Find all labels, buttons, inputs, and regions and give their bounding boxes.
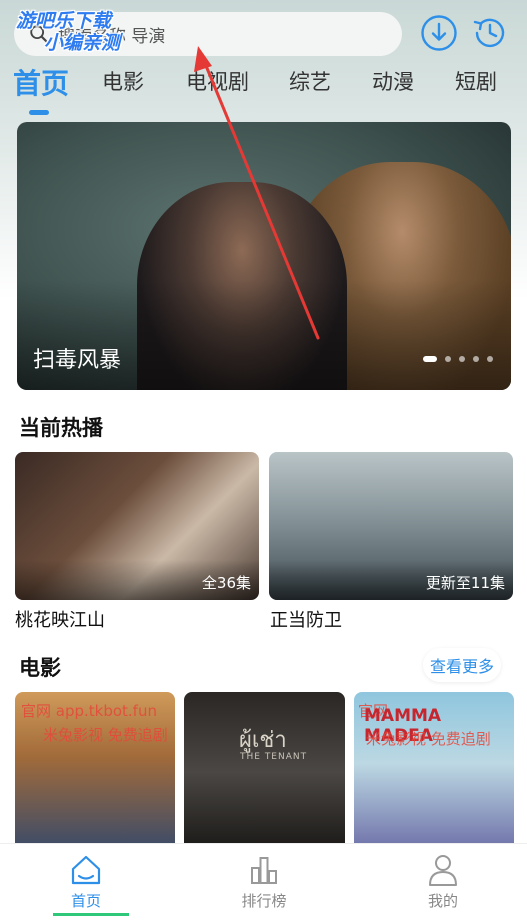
hot-card-2[interactable]: 更新至11集 (269, 452, 513, 600)
category-tabs: 首页 电影 电视剧 综艺 动漫 短剧 (0, 66, 527, 116)
section-title-hot: 当前热播 (19, 416, 103, 440)
tab-variety[interactable]: 综艺 (289, 66, 331, 96)
home-icon (71, 855, 101, 885)
carousel-dot[interactable] (473, 356, 479, 362)
view-more-button[interactable]: 查看更多 (423, 648, 501, 682)
episode-badge: 全36集 (201, 574, 251, 592)
tab-anime[interactable]: 动漫 (372, 66, 414, 96)
user-icon (429, 855, 457, 886)
poster-subtitle: THE TENANT (240, 752, 308, 762)
movie-poster-1[interactable]: 官网 app.tkbot.fun 米兔影视 免费追剧 (15, 692, 175, 852)
nav-label: 首页 (70, 892, 101, 910)
section-title-movies: 电影 (19, 656, 61, 680)
watermark-line1: 游吧乐下载 (16, 10, 112, 32)
watermark: 游吧乐下载 小编亲测 (16, 10, 186, 54)
poster-watermark: 米兔影视 免费追剧 (43, 726, 168, 744)
carousel-dot[interactable] (487, 356, 493, 362)
tab-movies[interactable]: 电影 (102, 66, 144, 96)
poster-watermark: 米兔影视 免费追剧 (366, 730, 491, 748)
active-nav-indicator (53, 913, 129, 916)
hot-card-1-title[interactable]: 桃花映江山 (15, 606, 105, 632)
bottom-navigation: 首页 排行榜 我的 (0, 843, 527, 924)
nav-label: 我的 (427, 892, 458, 910)
movie-poster-2[interactable]: ผู้เช่า THE TENANT (184, 692, 345, 852)
carousel-dot[interactable] (423, 356, 437, 362)
ranking-icon (251, 857, 277, 884)
banner-title: 扫毒风暴 (33, 348, 122, 373)
banner-carousel[interactable]: 扫毒风暴 (17, 122, 511, 390)
hot-card-2-title[interactable]: 正当防卫 (270, 606, 342, 632)
history-icon[interactable] (471, 14, 509, 52)
carousel-dot[interactable] (459, 356, 465, 362)
download-icon[interactable] (420, 14, 458, 52)
tab-short-drama[interactable]: 短剧 (455, 66, 497, 96)
nav-ranking[interactable]: 排行榜 (224, 852, 304, 911)
poster-watermark: 官网 app.tkbot.fun (21, 702, 157, 720)
nav-label: 排行榜 (241, 892, 287, 910)
tab-home[interactable]: 首页 (13, 62, 69, 102)
carousel-dot[interactable] (445, 356, 451, 362)
nav-profile[interactable]: 我的 (403, 852, 483, 911)
nav-home[interactable]: 首页 (46, 852, 126, 911)
watermark-line2: 小编亲测 (44, 32, 121, 54)
hot-card-1[interactable]: 全36集 (15, 452, 259, 600)
movie-poster-3[interactable]: 官网 MAMMA MADEA 米兔影视 免费追剧 (354, 692, 514, 852)
episode-badge: 更新至11集 (425, 574, 505, 592)
tab-indicator (29, 110, 49, 115)
carousel-dots (423, 356, 493, 362)
tab-tv[interactable]: 电视剧 (186, 66, 249, 96)
